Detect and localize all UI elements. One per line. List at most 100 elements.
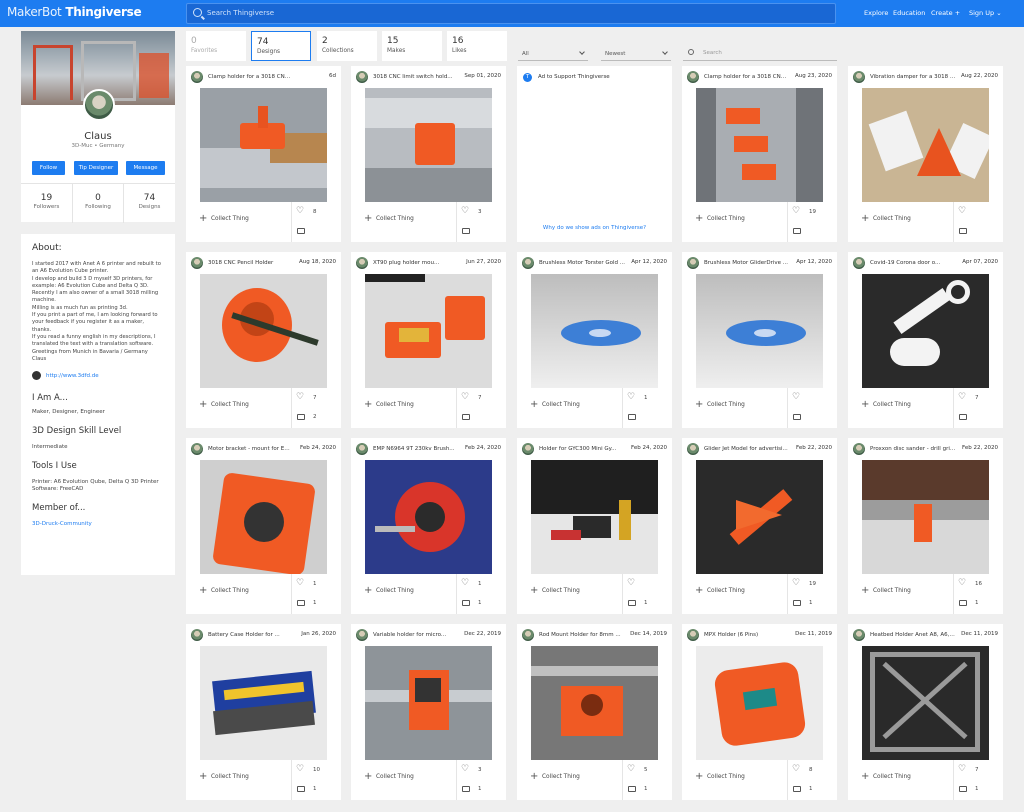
thing-card[interactable]: 3018 CNC Pencil Holder Aug 18, 2020 + Colle… [186,252,341,428]
tab-likes[interactable]: 16 Likes [447,31,507,61]
tab-designs[interactable]: 74 Designs [251,31,311,61]
thing-card[interactable]: Clamp holder for a 3018 CNC ... Aug 23, 2… [682,66,837,242]
creator-avatar[interactable] [853,443,865,455]
thing-image[interactable] [531,274,658,388]
creator-avatar[interactable] [853,629,865,641]
heart-icon[interactable]: ♡ [296,207,304,216]
thing-title[interactable]: Variable holder for micro... [373,632,459,638]
creator-avatar[interactable] [687,629,699,641]
thing-image[interactable] [862,460,989,574]
thing-card[interactable]: EMP N6964 9T 230kv Brush... Feb 24, 2020 +… [351,438,506,614]
heart-icon[interactable]: ♡ [958,207,966,216]
thing-title[interactable]: Glider Jet Model for advertisi... [704,446,790,452]
comment-icon[interactable] [793,600,801,606]
heart-icon[interactable]: ♡ [958,393,966,402]
collect-thing-button[interactable]: Collect Thing [376,774,414,780]
thing-image[interactable] [200,274,327,388]
thing-image[interactable] [200,88,327,202]
designs-search-input[interactable]: Search [683,45,837,61]
creator-avatar[interactable] [687,257,699,269]
thing-title[interactable]: Battery Case Holder for ... [208,632,294,638]
thing-card[interactable]: Battery Case Holder for ... Jan 26, 2020 +… [186,624,341,800]
thing-image[interactable] [200,646,327,760]
comment-icon[interactable] [297,786,305,792]
creator-avatar[interactable] [687,71,699,83]
thing-card[interactable]: Holder for GYC300 Mini Gy... Feb 24, 2020… [517,438,672,614]
thing-title[interactable]: 3018 CNC Pencil Holder [208,260,294,266]
thing-card[interactable]: Vibration damper for a 3018 CNC... Aug 22… [848,66,1003,242]
comment-icon[interactable] [462,414,470,420]
comment-icon[interactable] [628,600,636,606]
designs-stat[interactable]: 74 Designs [123,184,175,223]
creator-avatar[interactable] [356,257,368,269]
profile-avatar[interactable] [83,89,115,121]
thing-image[interactable] [365,88,492,202]
creator-avatar[interactable] [356,629,368,641]
creator-avatar[interactable] [191,71,203,83]
tab-makes[interactable]: 15 Makes [382,31,442,61]
nav-education[interactable]: Education [893,9,925,17]
type-filter-select[interactable]: All [518,45,588,61]
thing-title[interactable]: Holder for GYC300 Mini Gy... [539,446,625,452]
thing-image[interactable] [862,274,989,388]
heart-icon[interactable]: ♡ [792,207,800,216]
comment-icon[interactable] [462,786,470,792]
thing-image[interactable] [696,460,823,574]
thing-image[interactable] [862,88,989,202]
thing-image[interactable] [531,646,658,760]
collect-thing-button[interactable]: Collect Thing [873,402,911,408]
creator-avatar[interactable] [853,71,865,83]
thing-card[interactable]: Glider Jet Model for advertisi... Feb 22,… [682,438,837,614]
comment-icon[interactable] [793,228,801,234]
creator-avatar[interactable] [356,71,368,83]
heart-icon[interactable]: ♡ [296,579,304,588]
tip-designer-button[interactable]: Tip Designer [74,161,118,175]
thing-card[interactable]: Brushless Motor GliderDrive ... Apr 12, 2… [682,252,837,428]
heart-icon[interactable]: ♡ [627,765,635,774]
following-stat[interactable]: 0 Following [72,184,123,223]
creator-avatar[interactable] [356,443,368,455]
thing-card[interactable]: MPX Holder (6 Pins) Dec 11, 2019 + Collect … [682,624,837,800]
thing-title[interactable]: Brushless Motor Torster Gold ... [539,260,625,266]
collect-thing-button[interactable]: Collect Thing [707,402,745,408]
creator-avatar[interactable] [522,629,534,641]
collect-thing-button[interactable]: Collect Thing [873,588,911,594]
heart-icon[interactable]: ♡ [792,393,800,402]
creator-avatar[interactable] [522,257,534,269]
thing-title[interactable]: Vibration damper for a 3018 CNC... [870,74,956,80]
thing-card[interactable]: Brushless Motor Torster Gold ... Apr 12, … [517,252,672,428]
thing-title[interactable]: Proxxon disc sander - drill grin... [870,446,956,452]
heart-icon[interactable]: ♡ [461,207,469,216]
thing-card[interactable]: Variable holder for micro... Dec 22, 2019… [351,624,506,800]
collect-thing-button[interactable]: Collect Thing [376,402,414,408]
creator-avatar[interactable] [191,629,203,641]
thing-card[interactable]: Covid-19 Corona door o... Apr 07, 2020 + Co… [848,252,1003,428]
thing-card[interactable]: Motor bracket - mount for EMP ... Feb 24,… [186,438,341,614]
site-search-input[interactable]: Search Thingiverse [186,3,836,24]
creator-avatar[interactable] [687,443,699,455]
thing-image[interactable] [696,88,823,202]
nav-explore[interactable]: Explore [864,9,888,17]
comment-icon[interactable] [462,600,470,606]
heart-icon[interactable]: ♡ [627,579,635,588]
thing-title[interactable]: 3018 CNC limit switch hold... [373,74,459,80]
collect-thing-button[interactable]: Collect Thing [542,588,580,594]
creator-avatar[interactable] [853,257,865,269]
creator-avatar[interactable] [191,257,203,269]
comment-icon[interactable] [628,786,636,792]
thing-title[interactable]: Brushless Motor GliderDrive ... [704,260,790,266]
creator-avatar[interactable] [522,443,534,455]
heart-icon[interactable]: ♡ [461,765,469,774]
heart-icon[interactable]: ♡ [296,765,304,774]
creator-avatar[interactable] [191,443,203,455]
collect-thing-button[interactable]: Collect Thing [211,588,249,594]
comment-icon[interactable] [297,228,305,234]
website-link[interactable]: http://www.3dfd.de [32,371,164,381]
comment-icon[interactable] [793,786,801,792]
heart-icon[interactable]: ♡ [461,393,469,402]
collect-thing-button[interactable]: Collect Thing [211,402,249,408]
heart-icon[interactable]: ♡ [296,393,304,402]
thing-image[interactable] [862,646,989,760]
ad-card[interactable]: T Ad to Support Thingiverse Why do we show… [517,66,672,242]
heart-icon[interactable]: ♡ [958,765,966,774]
